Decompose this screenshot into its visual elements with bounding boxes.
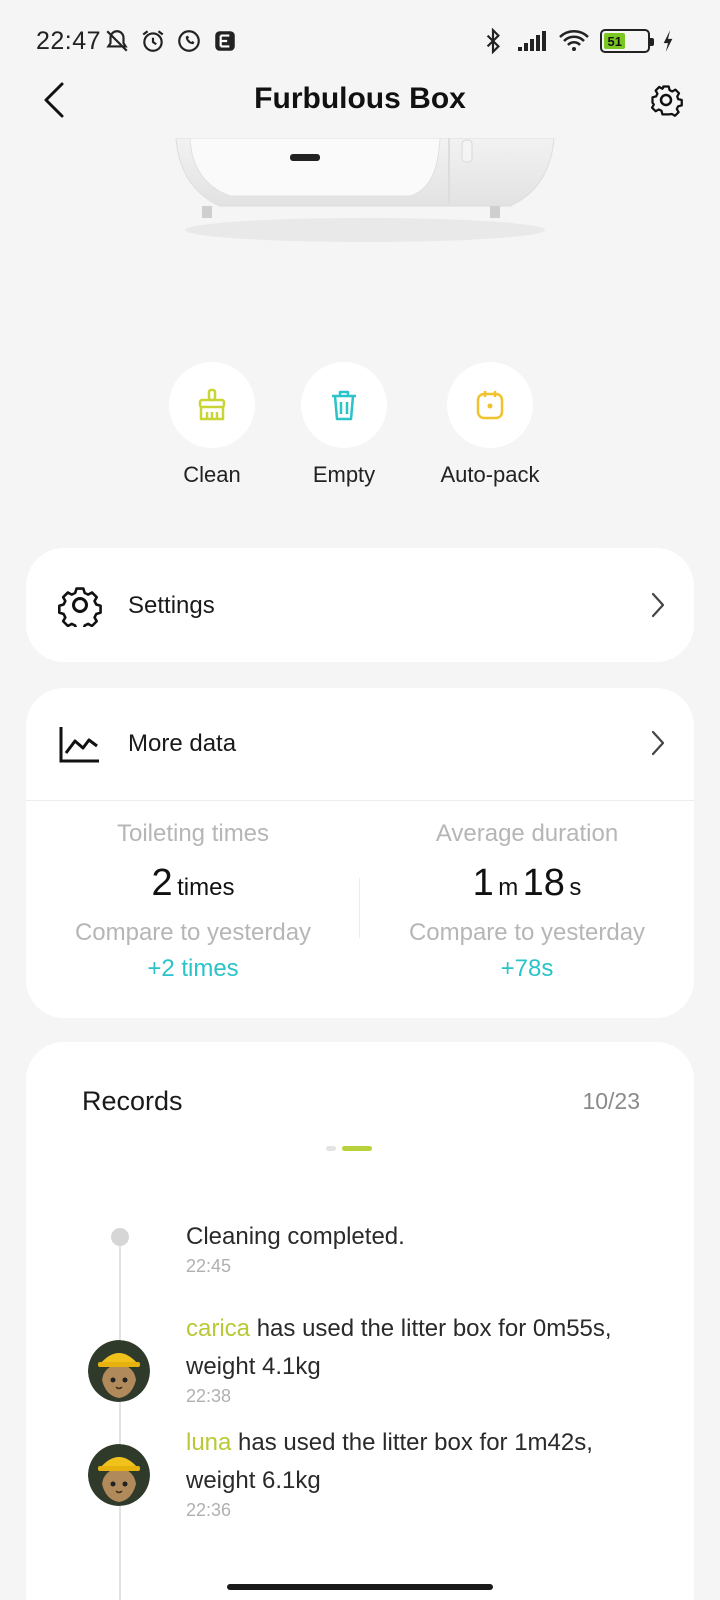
duration-minutes-unit: m bbox=[498, 874, 519, 901]
status-icons-left bbox=[104, 28, 238, 54]
page-dot bbox=[326, 1146, 336, 1151]
charging-icon bbox=[663, 30, 673, 52]
toileting-unit: times bbox=[177, 874, 235, 901]
record-text: luna has used the litter box for 1m42s, … bbox=[186, 1424, 646, 1500]
cat-avatar-icon bbox=[88, 1340, 150, 1402]
page-dot-active bbox=[342, 1146, 372, 1151]
pack-icon bbox=[476, 391, 504, 420]
avatar bbox=[88, 1340, 150, 1402]
empty-circle[interactable] bbox=[301, 362, 387, 448]
duration-stat: Average duration 1 m 18 s Compare to yes… bbox=[360, 820, 694, 983]
whatsapp-icon bbox=[178, 30, 200, 52]
more-data-label: More data bbox=[128, 730, 237, 757]
line-chart-icon bbox=[59, 727, 99, 763]
alarm-icon bbox=[142, 30, 164, 52]
signal-icon bbox=[518, 31, 546, 51]
clean-circle[interactable] bbox=[169, 362, 255, 448]
record-time: 22:38 bbox=[186, 1386, 232, 1406]
duration-value: 1 m 18 s bbox=[360, 862, 694, 905]
more-data-card: More data Toileting times 2 times Compar… bbox=[26, 688, 694, 1018]
status-time: 22:47 bbox=[36, 27, 102, 55]
clean-label: Clean bbox=[183, 462, 241, 487]
settings-row[interactable]: Settings bbox=[26, 550, 694, 660]
toileting-stat: Toileting times 2 times Compare to yeste… bbox=[26, 820, 360, 983]
status-bar: 22:47 51 bbox=[0, 0, 720, 80]
record-time: 22:45 bbox=[186, 1256, 232, 1276]
mute-icon bbox=[106, 30, 128, 52]
duration-seconds-unit: s bbox=[569, 874, 582, 901]
records-card: Records 10/23 Cleaning completed. 22:45 … bbox=[26, 1042, 694, 1600]
record-time: 22:36 bbox=[186, 1500, 232, 1520]
gear-icon[interactable] bbox=[648, 82, 684, 118]
duration-compare-label: Compare to yesterday bbox=[408, 919, 646, 946]
empty-label: Empty bbox=[312, 462, 376, 487]
toileting-delta: +2 times bbox=[147, 955, 239, 982]
record-description: has used the litter box for 1m42s, weigh… bbox=[186, 1429, 593, 1494]
settings-label: Settings bbox=[128, 592, 215, 619]
records-title: Records bbox=[82, 1086, 183, 1116]
home-indicator[interactable] bbox=[227, 1584, 493, 1590]
auto-pack-circle[interactable] bbox=[447, 362, 533, 448]
clean-button[interactable]: Clean bbox=[142, 362, 282, 488]
duration-delta: +78s bbox=[500, 955, 554, 982]
list-item[interactable]: luna has used the litter box for 1m42s, … bbox=[186, 1424, 646, 1521]
duration-minutes: 1 bbox=[472, 862, 494, 904]
record-description: has used the litter box for 0m55s, weigh… bbox=[186, 1315, 612, 1380]
toileting-value: 2 times bbox=[26, 862, 360, 905]
duration-seconds: 18 bbox=[522, 862, 565, 904]
list-item[interactable]: carica has used the litter box for 0m55s… bbox=[186, 1310, 646, 1407]
empty-button[interactable]: Empty bbox=[274, 362, 414, 488]
record-text: Cleaning completed. bbox=[186, 1223, 405, 1250]
auto-pack-label: Auto-pack bbox=[440, 462, 540, 487]
timeline-line bbox=[119, 1238, 121, 1600]
cat-name[interactable]: luna bbox=[186, 1429, 231, 1456]
toileting-compare-label: Compare to yesterday bbox=[74, 919, 312, 946]
toileting-label: Toileting times bbox=[116, 820, 270, 847]
bluetooth-icon bbox=[486, 28, 500, 54]
page-indicator bbox=[326, 1146, 372, 1151]
toileting-count: 2 bbox=[151, 862, 173, 904]
wifi-icon bbox=[559, 30, 589, 51]
record-text: carica has used the litter box for 0m55s… bbox=[186, 1310, 646, 1386]
status-icons-right: 51 bbox=[480, 28, 676, 54]
more-data-row[interactable]: More data bbox=[26, 688, 694, 798]
chevron-right-icon bbox=[651, 592, 665, 618]
timeline-dot bbox=[111, 1228, 129, 1246]
device-image bbox=[175, 138, 555, 242]
gear-icon bbox=[58, 587, 102, 627]
app-icon bbox=[215, 31, 235, 51]
broom-icon bbox=[198, 388, 226, 421]
settings-card[interactable]: Settings bbox=[26, 548, 694, 662]
chevron-right-icon bbox=[651, 730, 665, 756]
cat-avatar-icon bbox=[88, 1444, 150, 1506]
trash-icon bbox=[332, 390, 356, 421]
battery-level: 51 bbox=[604, 33, 626, 49]
list-item[interactable]: Cleaning completed. 22:45 bbox=[186, 1218, 646, 1277]
avatar bbox=[88, 1444, 150, 1506]
auto-pack-button[interactable]: Auto-pack bbox=[420, 362, 560, 488]
records-count: 10/23 bbox=[582, 1088, 640, 1114]
divider bbox=[26, 800, 694, 801]
duration-label: Average duration bbox=[435, 820, 619, 847]
battery-icon: 51 bbox=[600, 29, 654, 53]
cat-name[interactable]: carica bbox=[186, 1315, 250, 1342]
page-title: Furbulous Box bbox=[254, 82, 466, 115]
top-app-bar: Furbulous Box bbox=[0, 70, 720, 130]
